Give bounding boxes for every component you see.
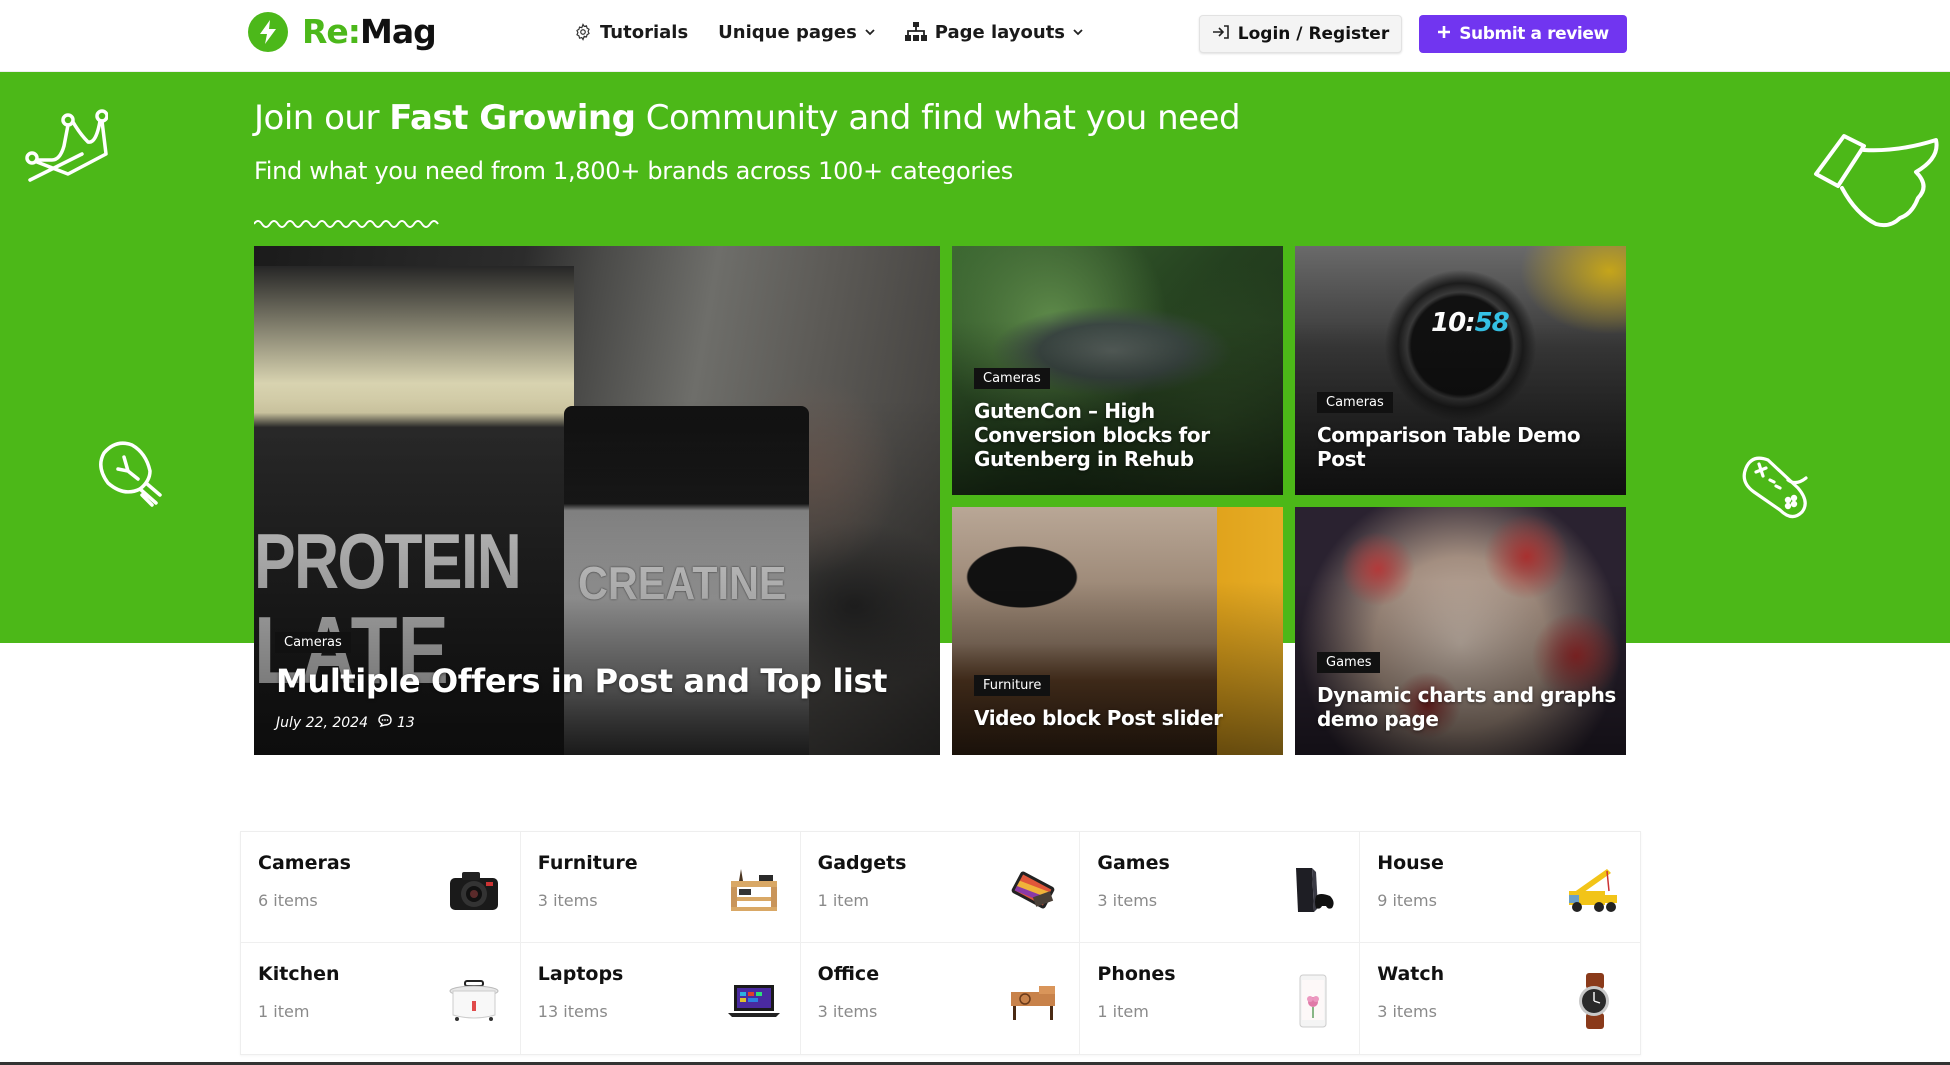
category-badge[interactable]: Furniture <box>974 675 1051 696</box>
hero-subtitle: Find what you need from 1,800+ brands ac… <box>254 157 1013 185</box>
category-badge[interactable]: Cameras <box>974 368 1050 389</box>
category-cameras[interactable]: Cameras 6 items <box>241 832 521 943</box>
nav-tutorials[interactable]: Tutorials <box>574 18 688 46</box>
rice-cooker-image <box>446 973 502 1029</box>
furniture-image <box>726 862 782 918</box>
laptop-image <box>726 973 782 1029</box>
featured-post-card[interactable]: Cameras GutenCon – High Conversion block… <box>952 246 1283 495</box>
login-register-label: Login / Register <box>1237 24 1390 44</box>
post-title[interactable]: Comparison Table Demo Post <box>1317 423 1617 471</box>
category-count: 3 items <box>1377 1002 1437 1021</box>
category-badge[interactable]: Cameras <box>275 632 351 653</box>
lightning-bolt-icon <box>248 12 288 52</box>
post-title[interactable]: Multiple Offers in Post and Top list <box>276 662 887 700</box>
category-name: Kitchen <box>258 963 340 985</box>
gear-icon <box>574 23 592 41</box>
nav-unique-pages[interactable]: Unique pages <box>718 18 875 46</box>
logo-link[interactable]: Re:Mag <box>248 12 437 52</box>
featured-post-card[interactable]: Games Dynamic charts and graphs demo pag… <box>1295 507 1626 755</box>
category-phones[interactable]: Phones 1 item <box>1080 943 1361 1054</box>
camera-image <box>446 862 502 918</box>
submit-review-button[interactable]: Submit a review <box>1419 15 1627 53</box>
gadget-image <box>1005 862 1061 918</box>
plus-icon <box>1437 24 1451 44</box>
hero-title-bold: Fast Growing <box>389 98 636 138</box>
lightbulb-icon <box>99 441 162 507</box>
crown-icon <box>25 109 108 182</box>
post-title[interactable]: Dynamic charts and graphs demo page <box>1317 683 1617 731</box>
category-games[interactable]: Games 3 items <box>1080 832 1361 943</box>
category-watch[interactable]: Watch 3 items <box>1360 943 1640 1054</box>
nav-page-layouts-label: Page layouts <box>934 21 1066 43</box>
category-gadgets[interactable]: Gadgets 1 item <box>800 832 1081 943</box>
nav-unique-pages-label: Unique pages <box>718 21 857 43</box>
category-count: 6 items <box>258 891 318 910</box>
category-name: Phones <box>1097 963 1176 985</box>
game-console-image <box>1285 862 1341 918</box>
logo-name: Mag <box>360 12 437 51</box>
category-grid: Cameras 6 items Furniture 3 items Gadget… <box>240 831 1641 1055</box>
category-count: 1 item <box>817 891 870 910</box>
category-house[interactable]: House 9 items <box>1360 832 1640 943</box>
category-name: Furniture <box>537 852 638 874</box>
submit-review-label: Submit a review <box>1459 24 1609 44</box>
chevron-down-icon <box>865 28 875 36</box>
category-count: 3 items <box>817 1002 878 1021</box>
nav-page-layouts[interactable]: Page layouts <box>904 18 1083 46</box>
sign-in-icon <box>1212 24 1230 44</box>
wavy-divider <box>254 220 439 228</box>
comment-icon <box>378 714 392 731</box>
category-kitchen[interactable]: Kitchen 1 item <box>241 943 521 1054</box>
comments-link[interactable]: 13 <box>378 714 415 731</box>
featured-post-main[interactable]: PROTEIN LATE CREATINE Cameras Multiple O… <box>254 246 940 755</box>
featured-post-card[interactable]: 10:58 Cameras Comparison Table Demo Post <box>1295 246 1626 495</box>
category-name: House <box>1377 852 1444 874</box>
category-count: 9 items <box>1377 891 1437 910</box>
thumbs-up-icon <box>1814 134 1939 228</box>
category-name: Games <box>1097 852 1170 874</box>
category-count: 13 items <box>537 1002 608 1021</box>
main-nav: Tutorials Unique pages Page layouts <box>574 18 1083 46</box>
hero-title-post: Community and find what you need <box>635 98 1241 138</box>
gamepad-icon <box>1742 456 1808 519</box>
category-name: Office <box>817 963 880 985</box>
hero-title-pre: Join our <box>254 98 390 138</box>
category-laptops[interactable]: Laptops 13 items <box>520 943 801 1054</box>
wristwatch-image <box>1566 973 1622 1029</box>
hero-title: Join our Fast Growing Community and find… <box>254 98 1241 138</box>
category-name: Watch <box>1377 963 1445 985</box>
category-furniture[interactable]: Furniture 3 items <box>520 832 801 943</box>
post-date: July 22, 2024 <box>276 714 368 731</box>
category-badge[interactable]: Games <box>1317 652 1381 673</box>
chevron-down-icon <box>1073 28 1083 36</box>
post-title[interactable]: GutenCon – High Conversion blocks for Gu… <box>974 399 1254 471</box>
laptop-table-image <box>1005 973 1061 1029</box>
category-badge[interactable]: Cameras <box>1317 392 1393 413</box>
post-meta: July 22, 2024 13 <box>276 714 415 731</box>
post-title[interactable]: Video block Post slider <box>974 706 1223 730</box>
category-count: 3 items <box>1097 891 1158 910</box>
category-name: Laptops <box>537 963 624 985</box>
category-name: Gadgets <box>817 852 907 874</box>
phone-image <box>1285 973 1341 1029</box>
login-register-button[interactable]: Login / Register <box>1199 15 1402 53</box>
logo-prefix: Re: <box>302 12 361 51</box>
category-count: 3 items <box>537 891 598 910</box>
category-office[interactable]: Office 3 items <box>800 943 1081 1054</box>
logo-text: Re:Mag <box>302 12 437 52</box>
category-count: 1 item <box>1097 1002 1149 1021</box>
category-count: 1 item <box>258 1002 310 1021</box>
site-header: Re:Mag Tutorials Unique pages Page layou… <box>0 0 1950 72</box>
crane-truck-image <box>1566 862 1622 918</box>
sitemap-icon <box>904 22 927 42</box>
category-name: Cameras <box>258 852 351 874</box>
nav-tutorials-label: Tutorials <box>600 21 689 43</box>
featured-post-card[interactable]: Furniture Video block Post slider <box>952 507 1283 755</box>
comment-count: 13 <box>396 714 415 731</box>
